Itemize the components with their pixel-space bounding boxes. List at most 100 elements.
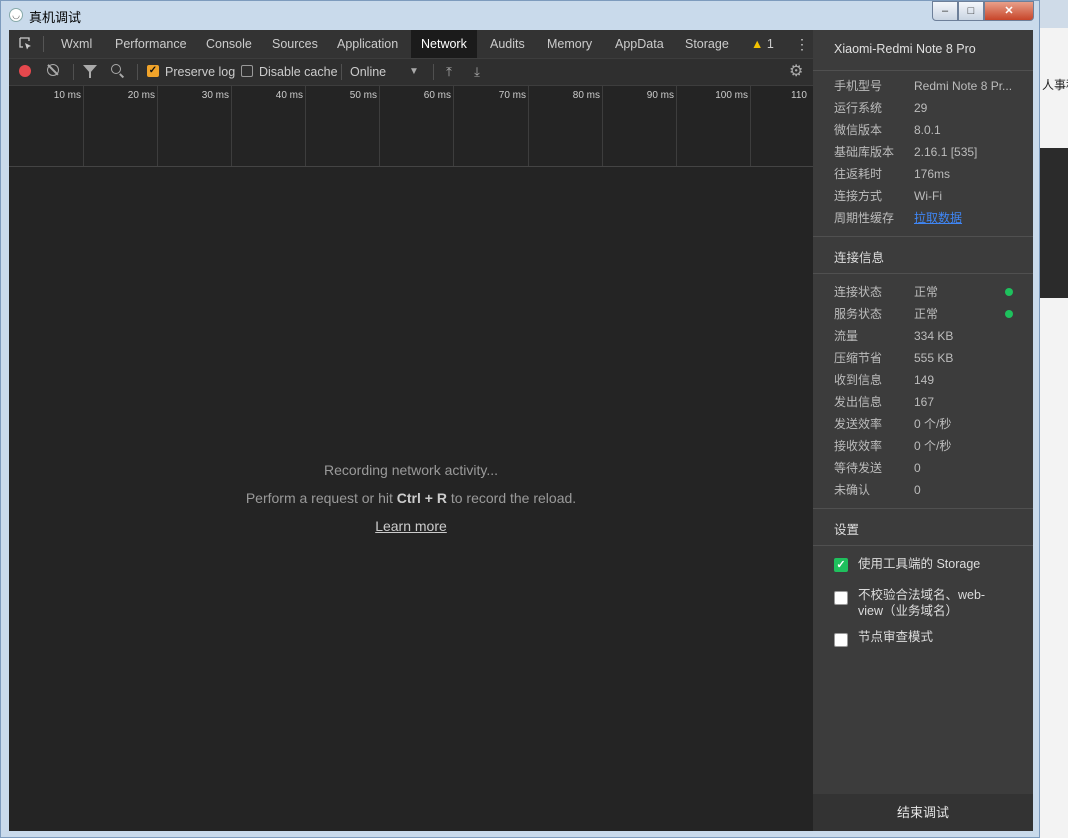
info-key: 周期性缓存 (834, 211, 895, 225)
status-ok-icon (1005, 288, 1013, 296)
network-empty-state: Recording network activity... Perform a … (9, 460, 813, 536)
clear-icon[interactable] (47, 64, 59, 76)
setting-node-inspect-mode[interactable]: 节点审查模式 (834, 629, 1004, 649)
preserve-log-checkbox[interactable]: ✓ (147, 65, 159, 77)
export-har-icon[interactable]: ⤓ (470, 64, 484, 80)
title-bar[interactable]: ◡ 真机调试 – □ ✕ (1, 1, 1039, 29)
warnings-counter[interactable]: ▲ 1 (751, 30, 774, 58)
panel-divider (813, 70, 1033, 71)
status-ok-icon (1005, 310, 1013, 318)
recording-message: Recording network activity... (323, 462, 499, 478)
conn-value: 0 (914, 483, 921, 497)
learn-more-link[interactable]: Learn more (9, 516, 813, 536)
checkbox-unchecked[interactable] (834, 591, 848, 605)
setting-skip-domain-check[interactable]: 不校验合法域名、web-view（业务域名） (834, 587, 1004, 621)
conn-key: 连接状态 (834, 285, 883, 299)
toolbar-separator (341, 64, 342, 80)
conn-value: 0 (914, 461, 921, 475)
tab-sources[interactable]: Sources (272, 30, 318, 58)
minimize-button[interactable]: – (932, 1, 958, 21)
timeline-gridline (83, 86, 84, 166)
info-key: 手机型号 (834, 79, 883, 93)
conn-value: 334 KB (914, 329, 954, 343)
info-row-os: 运行系统 29 (834, 99, 1029, 117)
conn-key: 发送效率 (834, 417, 883, 431)
chevron-down-icon[interactable]: ▼ (409, 59, 419, 85)
timeline-gridline (453, 86, 454, 166)
debug-window: ◡ 真机调试 – □ ✕ Wxml Performance Console So… (0, 0, 1040, 838)
connection-section-title: 连接信息 (834, 251, 885, 265)
timeline-gridline (676, 86, 677, 166)
timeline-gridline (379, 86, 380, 166)
throttling-select[interactable]: Online (350, 59, 386, 85)
timeline-tick-label: 60 ms (423, 90, 451, 101)
more-options-icon[interactable]: ⋮ (795, 30, 809, 58)
info-row-wechat-version: 微信版本 8.0.1 (834, 121, 1029, 139)
conn-row-compression: 压缩节省 555 KB (834, 349, 1029, 367)
devtools-pane: Wxml Performance Console Sources Applica… (9, 30, 813, 831)
conn-row-service: 服务状态 正常 (834, 305, 1029, 323)
devtools-tab-bar: Wxml Performance Console Sources Applica… (9, 30, 813, 59)
tab-console[interactable]: Console (206, 30, 252, 58)
fetch-data-link[interactable]: 拉取数据 (914, 209, 1024, 227)
reload-hint: Perform a request or hit Ctrl + R to rec… (9, 488, 813, 508)
gear-icon[interactable]: ⚙ (789, 62, 803, 82)
window-title: 真机调试 (29, 10, 82, 25)
timeline-gridline (157, 86, 158, 166)
panel-divider (813, 508, 1033, 509)
info-key: 往返耗时 (834, 167, 883, 181)
conn-key: 流量 (834, 329, 859, 343)
panel-divider (813, 545, 1033, 546)
tab-appdata[interactable]: AppData (615, 30, 664, 58)
tab-application[interactable]: Application (337, 30, 398, 58)
timeline-tick-label: 90 ms (646, 90, 674, 101)
network-timeline-overview[interactable]: 10 ms 20 ms 30 ms 40 ms 50 ms 60 ms 70 m… (9, 86, 813, 167)
conn-row-status: 连接状态 正常 (834, 283, 1029, 301)
record-icon[interactable] (19, 65, 31, 77)
conn-value: 0 个/秒 (914, 439, 952, 453)
checkbox-unchecked[interactable] (834, 633, 848, 647)
device-info-panel: Xiaomi-Redmi Note 8 Pro 手机型号 Redmi Note 8… (813, 30, 1033, 831)
settings-section-title: 设置 (834, 523, 860, 537)
end-debugging-button[interactable]: 结束调试 (813, 794, 1033, 831)
tab-memory[interactable]: Memory (547, 30, 592, 58)
disable-cache-label[interactable]: Disable cache (259, 59, 338, 85)
panel-divider (813, 236, 1033, 237)
conn-key: 服务状态 (834, 307, 883, 321)
tab-network[interactable]: Network (411, 30, 477, 58)
timeline-gridline (528, 86, 529, 166)
timeline-gridline (602, 86, 603, 166)
filter-icon[interactable] (83, 65, 97, 78)
shortcut-key: Ctrl + R (396, 490, 447, 506)
tab-separator (43, 36, 44, 52)
search-icon[interactable] (111, 64, 121, 74)
info-value: 176ms (914, 167, 951, 181)
info-row-model: 手机型号 Redmi Note 8 Pr... (834, 77, 1029, 95)
checkbox-checked[interactable]: ✓ (834, 558, 848, 572)
timeline-tick-label: 70 ms (498, 90, 526, 101)
info-key: 连接方式 (834, 189, 883, 203)
conn-value: 149 (914, 373, 935, 387)
maximize-button[interactable]: □ (958, 1, 984, 21)
preserve-log-label[interactable]: Preserve log (165, 59, 235, 85)
timeline-tick-label: 20 ms (127, 90, 155, 101)
tab-audits[interactable]: Audits (490, 30, 525, 58)
conn-value: 555 KB (914, 351, 954, 365)
tab-storage[interactable]: Storage (685, 30, 729, 58)
info-key: 运行系统 (834, 101, 883, 115)
inspect-element-icon[interactable] (19, 37, 33, 51)
tab-wxml[interactable]: Wxml (61, 30, 92, 58)
disable-cache-checkbox[interactable] (241, 65, 253, 77)
conn-key: 收到信息 (834, 373, 883, 387)
device-name: Xiaomi-Redmi Note 8 Pro (834, 42, 976, 56)
setting-use-tool-storage[interactable]: ✓ 使用工具端的 Storage (834, 556, 1004, 576)
timeline-tick-label: 110 (791, 90, 807, 101)
conn-row-sent: 发出信息 167 (834, 393, 1029, 411)
import-har-icon[interactable]: ⤒ (442, 64, 456, 80)
close-button[interactable]: ✕ (984, 1, 1034, 21)
warning-icon: ▲ (751, 37, 764, 51)
toolbar-separator (433, 64, 434, 80)
info-value: 8.0.1 (914, 123, 941, 137)
warnings-count: 1 (766, 37, 774, 51)
tab-performance[interactable]: Performance (115, 30, 187, 58)
